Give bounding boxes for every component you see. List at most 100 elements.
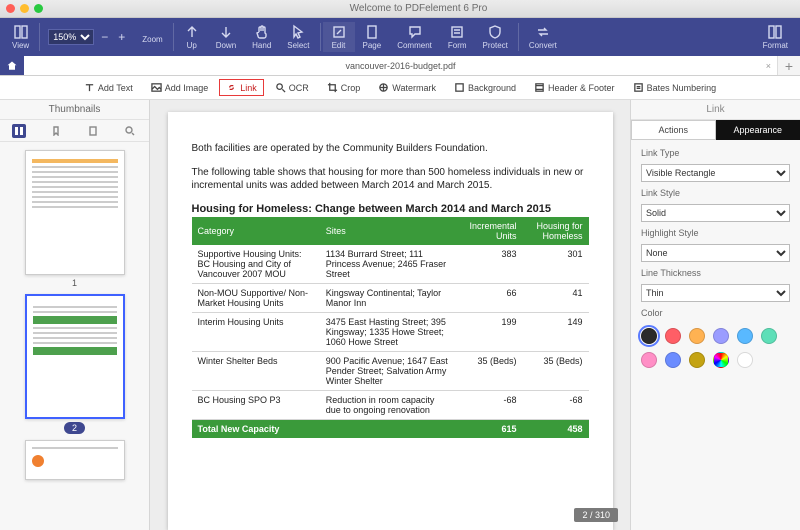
- table-row: Non-MOU Supportive/ Non-Market Housing U…: [192, 283, 589, 312]
- color-swatches: [641, 324, 790, 368]
- th-housing: Housing for Homeless: [522, 217, 588, 245]
- watermark-button[interactable]: Watermark: [371, 79, 443, 96]
- window-maximize[interactable]: [34, 4, 43, 13]
- page-button[interactable]: Page: [355, 22, 390, 52]
- thumbnails-tabs: [0, 120, 149, 142]
- zoom-in[interactable]: +: [115, 30, 128, 44]
- form-button[interactable]: Form: [440, 22, 475, 52]
- color-swatch[interactable]: [665, 328, 681, 344]
- select-icon: [290, 24, 306, 40]
- convert-icon: [535, 24, 551, 40]
- thickness-label: Line Thickness: [641, 268, 790, 278]
- color-label: Color: [641, 308, 790, 318]
- thumbnail-list[interactable]: 1 2: [0, 142, 149, 530]
- arrow-up-icon: [184, 24, 200, 40]
- bates-label: Bates Numbering: [647, 83, 717, 93]
- th-category: Category: [192, 217, 320, 245]
- paragraph-1: Both facilities are operated by the Comm…: [192, 142, 589, 156]
- panel-title: Link: [631, 100, 800, 120]
- color-swatch[interactable]: [713, 328, 729, 344]
- ocr-button[interactable]: OCR: [268, 79, 316, 96]
- link-label: Link: [240, 83, 257, 93]
- color-swatch[interactable]: [713, 352, 729, 368]
- hand-label: Hand: [252, 41, 271, 50]
- link-style-select[interactable]: Solid: [641, 204, 790, 222]
- color-swatch[interactable]: [737, 328, 753, 344]
- table-title: Housing for Homeless: Change between Mar…: [192, 203, 589, 215]
- thumbnail-3[interactable]: [25, 440, 125, 480]
- comment-button[interactable]: Comment: [389, 22, 440, 52]
- select-button[interactable]: Select: [279, 22, 317, 52]
- thumbnails-tab-pages[interactable]: [12, 124, 26, 138]
- down-button[interactable]: Down: [208, 22, 244, 52]
- tab-add[interactable]: +: [778, 56, 800, 75]
- thumbnail-1[interactable]: 1: [25, 150, 125, 288]
- color-swatch[interactable]: [665, 352, 681, 368]
- thumbnails-tab-bookmarks[interactable]: [49, 124, 63, 138]
- crop-button[interactable]: Crop: [320, 79, 368, 96]
- header-footer-button[interactable]: Header & Footer: [527, 79, 622, 96]
- edit-subtoolbar: Add Text Add Image Link OCR Crop Waterma…: [0, 76, 800, 100]
- protect-button[interactable]: Protect: [475, 22, 516, 52]
- attachment-icon: [88, 126, 98, 136]
- thumbnail-2[interactable]: 2: [25, 294, 125, 434]
- properties-panel: Link Actions Appearance Link Type Visibl…: [630, 100, 800, 530]
- hand-button[interactable]: Hand: [244, 22, 279, 52]
- window-minimize[interactable]: [20, 4, 29, 13]
- watermark-label: Watermark: [392, 83, 436, 93]
- color-swatch[interactable]: [641, 328, 657, 344]
- document-tab[interactable]: vancouver-2016-budget.pdf ×: [24, 56, 778, 75]
- zoom-select[interactable]: 150%: [48, 29, 94, 45]
- view-icon: [13, 24, 29, 40]
- page-indicator: 2 / 310: [574, 508, 618, 522]
- paragraph-2: The following table shows that housing f…: [192, 166, 589, 193]
- tab-close[interactable]: ×: [766, 61, 771, 71]
- tab-actions[interactable]: Actions: [631, 120, 716, 140]
- tab-appearance[interactable]: Appearance: [716, 120, 800, 140]
- bookmark-icon: [51, 126, 61, 136]
- home-button[interactable]: [0, 56, 24, 75]
- view-label: View: [12, 41, 29, 50]
- color-swatch[interactable]: [761, 328, 777, 344]
- view-button[interactable]: View: [4, 22, 37, 52]
- zoom-out[interactable]: −: [98, 30, 111, 44]
- link-icon: [226, 82, 237, 93]
- table-row: Winter Shelter Beds900 Pacific Avenue; 1…: [192, 351, 589, 390]
- edit-button[interactable]: Edit: [323, 22, 355, 52]
- tab-bar: vancouver-2016-budget.pdf × +: [0, 56, 800, 76]
- add-text-button[interactable]: Add Text: [77, 79, 140, 96]
- shield-icon: [487, 24, 503, 40]
- watermark-icon: [378, 82, 389, 93]
- format-button[interactable]: Format: [755, 22, 796, 52]
- comment-icon: [407, 24, 423, 40]
- convert-button[interactable]: Convert: [521, 22, 565, 52]
- link-button[interactable]: Link: [219, 79, 264, 96]
- highlight-select[interactable]: None: [641, 244, 790, 262]
- text-icon: [84, 82, 95, 93]
- format-icon: [767, 24, 783, 40]
- background-button[interactable]: Background: [447, 79, 523, 96]
- pdf-page: Both facilities are operated by the Comm…: [168, 112, 613, 530]
- ocr-label: OCR: [289, 83, 309, 93]
- thumbnails-tab-search[interactable]: [123, 124, 137, 138]
- form-label: Form: [448, 41, 467, 50]
- window-close[interactable]: [6, 4, 15, 13]
- arrow-down-icon: [218, 24, 234, 40]
- document-canvas[interactable]: Both facilities are operated by the Comm…: [150, 100, 630, 530]
- bates-icon: [633, 82, 644, 93]
- color-swatch[interactable]: [689, 328, 705, 344]
- bates-button[interactable]: Bates Numbering: [626, 79, 724, 96]
- thumbnails-panel: Thumbnails 1: [0, 100, 150, 530]
- form-icon: [449, 24, 465, 40]
- thumbnails-tab-attachments[interactable]: [86, 124, 100, 138]
- color-swatch[interactable]: [641, 352, 657, 368]
- thumbnails-title: Thumbnails: [0, 100, 149, 120]
- thickness-select[interactable]: Thin: [641, 284, 790, 302]
- color-swatch[interactable]: [737, 352, 753, 368]
- color-swatch[interactable]: [689, 352, 705, 368]
- link-type-select[interactable]: Visible Rectangle: [641, 164, 790, 182]
- up-button[interactable]: Up: [176, 22, 208, 52]
- protect-label: Protect: [483, 41, 508, 50]
- add-image-button[interactable]: Add Image: [144, 79, 216, 96]
- hand-icon: [254, 24, 270, 40]
